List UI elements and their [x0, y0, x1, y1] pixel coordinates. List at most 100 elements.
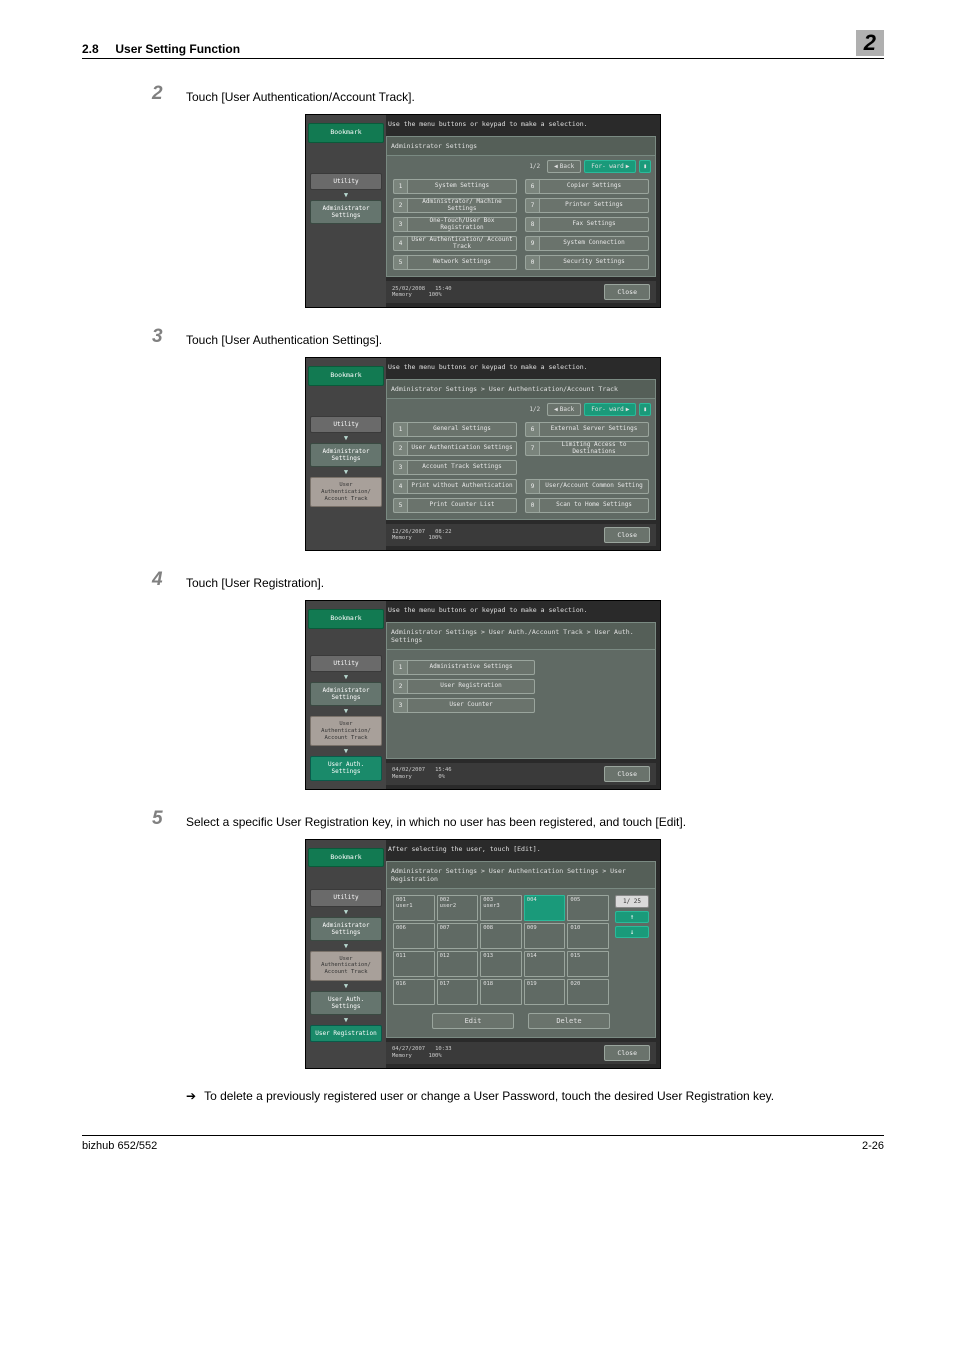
user-cell[interactable]: 016 — [393, 979, 435, 1005]
close-button[interactable]: Close — [604, 766, 650, 782]
menu-item-number: 9 — [525, 479, 539, 494]
menu-item[interactable]: 3One-Touch/User Box Registration — [393, 217, 517, 232]
delete-button[interactable]: Delete — [528, 1013, 610, 1029]
sidebar-admin-settings[interactable]: Administrator Settings — [310, 443, 382, 467]
sidebar-user-auth-settings[interactable]: User Auth. Settings — [310, 991, 382, 1015]
edit-button[interactable]: Edit — [432, 1013, 514, 1029]
back-button[interactable]: ◀Back — [547, 160, 581, 173]
status-bar: 12/26/2007 08:22Memory 100% — [392, 529, 452, 541]
user-cell[interactable]: 018 — [480, 979, 522, 1005]
menu-item-label: User Authentication/ Account Track — [407, 236, 517, 251]
menu-item-label: User/Account Common Setting — [539, 479, 649, 494]
sidebar-auth-track[interactable]: User Authentication/ Account Track — [310, 951, 382, 981]
menu-item-number: 2 — [393, 198, 407, 213]
user-cell[interactable]: 008 — [480, 923, 522, 949]
sidebar-user-auth-settings[interactable]: User Auth. Settings — [310, 756, 382, 780]
chevron-down-icon: ▼ — [344, 942, 348, 950]
forward-button[interactable]: For- ward▶ — [584, 403, 636, 416]
user-cell[interactable]: 012 — [437, 951, 479, 977]
menu-item-number: 3 — [393, 460, 407, 475]
user-cell[interactable]: 013 — [480, 951, 522, 977]
back-button[interactable]: ◀Back — [547, 403, 581, 416]
user-cell[interactable]: 017 — [437, 979, 479, 1005]
menu-item[interactable]: 3Account Track Settings — [393, 460, 517, 475]
menu-item[interactable]: 9User/Account Common Setting — [525, 479, 649, 494]
sidebar-utility[interactable]: Utility — [310, 416, 382, 433]
page-indicator: 1/2 — [525, 161, 544, 172]
menu-item-label: Limiting Access to Destinations — [539, 441, 649, 456]
chevron-down-icon: ▼ — [344, 434, 348, 442]
menu-item-number: 7 — [525, 198, 539, 213]
scroll-down-button[interactable]: ↓ — [615, 926, 649, 938]
screen-hint: Use the menu buttons or keypad to make a… — [386, 358, 660, 379]
menu-item[interactable]: 4User Authentication/ Account Track — [393, 236, 517, 251]
sidebar-utility[interactable]: Utility — [310, 173, 382, 190]
menu-item[interactable]: 2User Registration — [393, 679, 535, 694]
menu-item[interactable]: 1General Settings — [393, 422, 517, 437]
menu-item[interactable]: 7Printer Settings — [525, 198, 649, 213]
menu-item[interactable]: 4Print without Authentication — [393, 479, 517, 494]
sidebar-user-registration[interactable]: User Registration — [310, 1025, 382, 1042]
menu-item-number: 5 — [393, 498, 407, 513]
bookmark-tab[interactable]: Bookmark — [308, 609, 384, 629]
user-cell[interactable]: 004 — [524, 895, 566, 921]
menu-item[interactable]: 3User Counter — [393, 698, 535, 713]
menu-item[interactable]: 9System Connection — [525, 236, 649, 251]
chevron-down-icon: ▼ — [344, 707, 348, 715]
user-cell[interactable]: 020 — [567, 979, 609, 1005]
bookmark-tab[interactable]: Bookmark — [308, 366, 384, 386]
note-text: To delete a previously registered user o… — [204, 1087, 774, 1105]
note-arrow-icon: ➔ — [186, 1087, 196, 1105]
bookmark-tab[interactable]: Bookmark — [308, 848, 384, 868]
menu-item[interactable]: 1Administrative Settings — [393, 660, 535, 675]
user-cell[interactable]: 019 — [524, 979, 566, 1005]
user-cell[interactable]: 001user1 — [393, 895, 435, 921]
menu-item[interactable]: 0Scan to Home Settings — [525, 498, 649, 513]
user-cell[interactable]: 014 — [524, 951, 566, 977]
forward-button[interactable]: For- ward▶ — [584, 160, 636, 173]
menu-item[interactable]: 7Limiting Access to Destinations — [525, 441, 649, 456]
section-title: User Setting Function — [115, 42, 240, 56]
menu-item-label: One-Touch/User Box Registration — [407, 217, 517, 232]
user-cell[interactable]: 009 — [524, 923, 566, 949]
menu-item[interactable]: 2Administrator/ Machine Settings — [393, 198, 517, 213]
menu-item[interactable]: 1System Settings — [393, 179, 517, 194]
sidebar-utility[interactable]: Utility — [310, 655, 382, 672]
bookmark-tab[interactable]: Bookmark — [308, 123, 384, 143]
close-button[interactable]: Close — [604, 527, 650, 543]
menu-item[interactable]: 6External Server Settings — [525, 422, 649, 437]
menu-item-number: 8 — [525, 217, 539, 232]
sidebar-utility[interactable]: Utility — [310, 889, 382, 906]
next-icon[interactable]: ▮ — [639, 160, 651, 173]
user-cell[interactable]: 015 — [567, 951, 609, 977]
user-cell[interactable]: 006 — [393, 923, 435, 949]
close-button[interactable]: Close — [604, 1045, 650, 1061]
sidebar-auth-track[interactable]: User Authentication/ Account Track — [310, 477, 382, 507]
screen-title: Administrator Settings > User Auth./Acco… — [387, 623, 655, 650]
menu-item-number: 1 — [393, 660, 407, 675]
sidebar-admin-settings[interactable]: Administrator Settings — [310, 917, 382, 941]
screenshot-4: Bookmark Utility ▼ Administrator Setting… — [305, 839, 661, 1069]
menu-item[interactable]: 2User Authentication Settings — [393, 441, 517, 456]
user-cell[interactable]: 010 — [567, 923, 609, 949]
menu-item[interactable]: 5Network Settings — [393, 255, 517, 270]
user-cell[interactable]: 005 — [567, 895, 609, 921]
close-button[interactable]: Close — [604, 284, 650, 300]
user-cell[interactable]: 011 — [393, 951, 435, 977]
next-icon[interactable]: ▮ — [639, 403, 651, 416]
chevron-down-icon: ▼ — [344, 908, 348, 916]
section-number: 2.8 — [82, 42, 99, 56]
chevron-down-icon: ▼ — [344, 191, 348, 199]
menu-item[interactable]: 5Print Counter List — [393, 498, 517, 513]
menu-item[interactable]: 0Security Settings — [525, 255, 649, 270]
scroll-up-button[interactable]: ↑ — [615, 911, 649, 923]
sidebar-admin-settings[interactable]: Administrator Settings — [310, 682, 382, 706]
user-cell[interactable]: 003user3 — [480, 895, 522, 921]
user-cell[interactable]: 007 — [437, 923, 479, 949]
menu-item[interactable]: 6Copier Settings — [525, 179, 649, 194]
menu-item[interactable]: 8Fax Settings — [525, 217, 649, 232]
sidebar-admin-settings[interactable]: Administrator Settings — [310, 200, 382, 224]
sidebar-auth-track[interactable]: User Authentication/ Account Track — [310, 716, 382, 746]
user-cell[interactable]: 002user2 — [437, 895, 479, 921]
chevron-down-icon: ▼ — [344, 1016, 348, 1024]
